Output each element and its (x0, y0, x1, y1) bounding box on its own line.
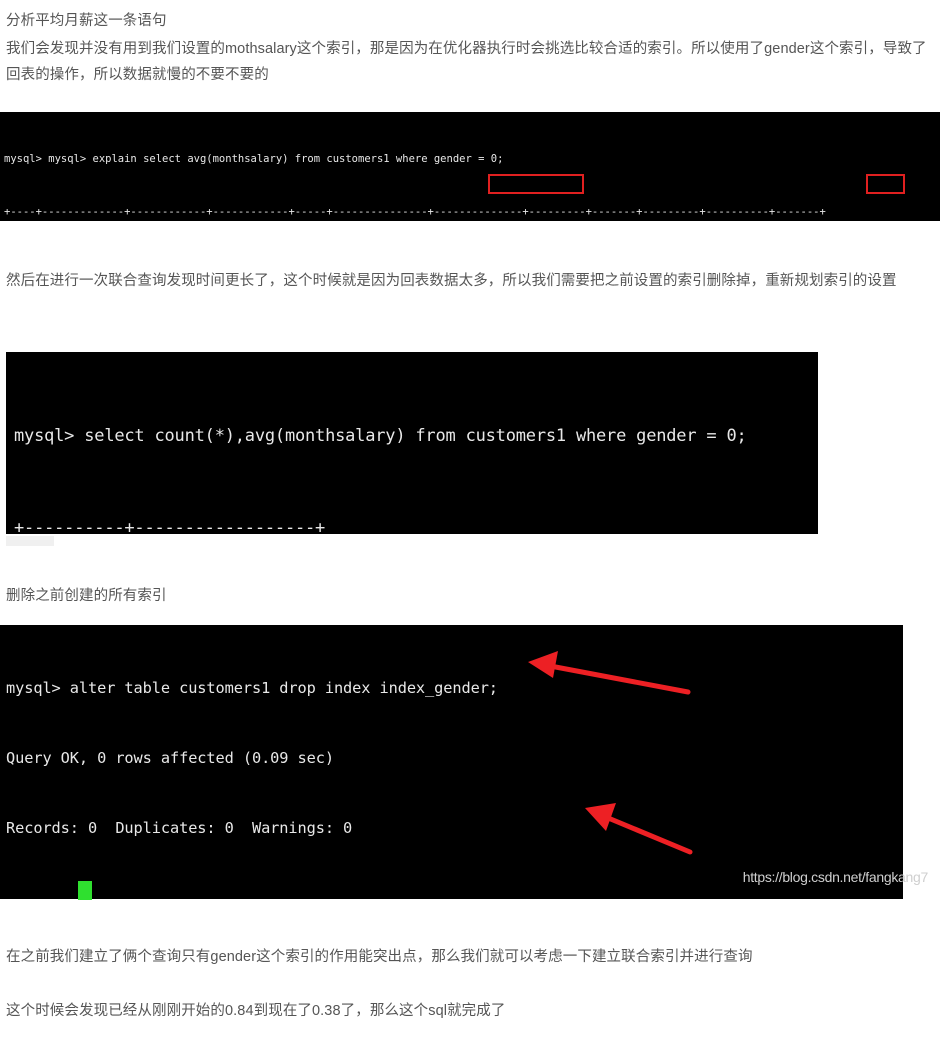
middle-paragraph-block: 然后在进行一次联合查询发现时间更长了，这个时候就是因为回表数据太多，所以我们需要… (6, 268, 934, 294)
terminal-line: Records: 0 Duplicates: 0 Warnings: 0 (6, 818, 353, 837)
render-artifact-strip (6, 536, 54, 546)
intro-heading: 分析平均月薪这一条语句 (6, 13, 167, 29)
outro-paragraph-1: 在之前我们建立了俩个查询只有gender这个索引的作用能突出点，那么我们就可以考… (6, 949, 753, 965)
middle-paragraph: 然后在进行一次联合查询发现时间更长了，这个时候就是因为回表数据太多，所以我们需要… (6, 273, 897, 289)
terminal-line: +----+-------------+------------+-------… (4, 205, 826, 218)
outro-paragraph-1-block: 在之前我们建立了俩个查询只有gender这个索引的作用能突出点，那么我们就可以考… (6, 944, 934, 970)
drop-heading: 删除之前创建的所有索引 (6, 588, 167, 604)
terminal-line: +----------+------------------+ (14, 517, 326, 535)
drop-heading-block: 删除之前创建的所有索引 (6, 583, 934, 609)
terminal-line: Query OK, 0 rows affected (0.09 sec) (6, 749, 334, 768)
outro-paragraph-2-block: 这个时候会发现已经从刚刚开始的0.84到现在了0.38了，那么这个sql就完成了 (6, 998, 934, 1024)
csdn-watermark: https://blog.csdn.net/fangkang7 (742, 869, 929, 885)
intro-paragraph: 我们会发现并没有用到我们设置的mothsalary这个索引，那是因为在优化器执行… (6, 41, 927, 83)
terminal-line: mysql> alter table customers1 drop index… (6, 679, 498, 698)
terminal-cursor (78, 881, 92, 900)
explain-output-terminal: mysql> mysql> explain select avg(monthsa… (0, 112, 940, 221)
intro-heading-block: 分析平均月薪这一条语句 (6, 8, 934, 34)
count-avg-output-terminal: mysql> select count(*),avg(monthsalary) … (6, 352, 818, 534)
outro-paragraph-2: 这个时候会发现已经从刚刚开始的0.84到现在了0.38了，那么这个sql就完成了 (6, 1003, 506, 1019)
terminal-line: mysql> select count(*),avg(monthsalary) … (14, 426, 747, 446)
intro-paragraph-block: 我们会发现并没有用到我们设置的mothsalary这个索引，那是因为在优化器执行… (6, 36, 934, 88)
drop-index-terminal: mysql> alter table customers1 drop index… (0, 625, 903, 899)
terminal-line: mysql> mysql> explain select avg(monthsa… (4, 153, 504, 166)
